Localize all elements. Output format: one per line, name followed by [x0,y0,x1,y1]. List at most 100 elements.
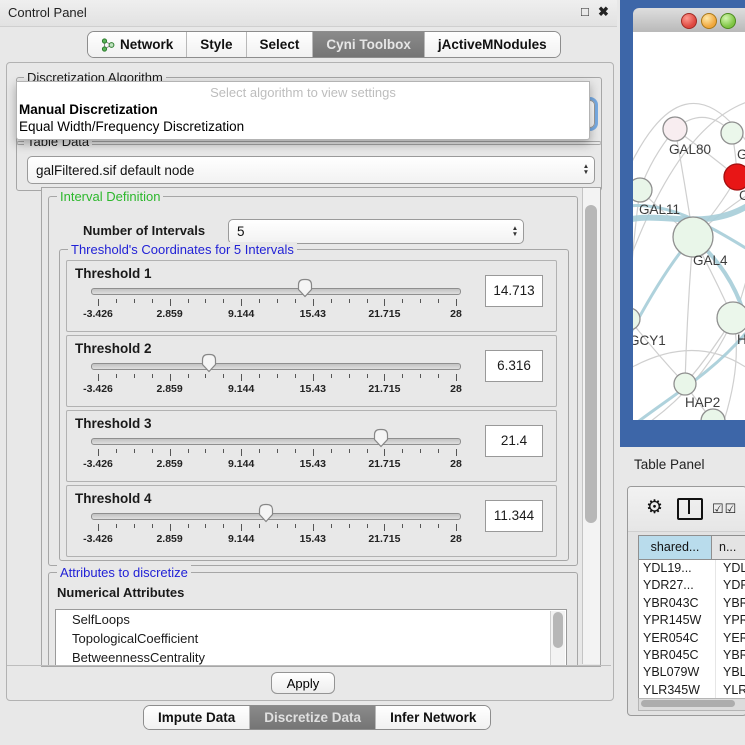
attributes-scrollbar-thumb[interactable] [553,612,563,648]
network-node-label[interactable]: C [739,188,745,203]
minor-tick [188,374,189,378]
network-canvas[interactable]: GAL80 GA GAL11 C GAL4 GCY1 H HAP2 [633,32,745,420]
threshold-slider-track[interactable] [91,513,461,520]
dropdown-option-manual-discretization[interactable]: Manual Discretization [19,102,158,117]
attributes-scrollbar[interactable] [550,611,565,667]
settings-scrollbar[interactable] [582,188,600,664]
close-traffic-light[interactable] [681,13,697,29]
checkbox-icons[interactable]: ☑☑ [712,501,737,517]
table-row[interactable]: YPR145WYPR1 [639,612,745,629]
tab-cyni-toolbox[interactable]: Cyni Toolbox [313,32,425,57]
table-hscrollbar-thumb[interactable] [641,700,735,707]
tick-label: 15.43 [291,308,335,320]
table-data-combobox[interactable]: galFiltered.sif default node ▲▼ [27,156,595,184]
tab-network[interactable]: Network [88,32,187,57]
threshold-slider-track[interactable] [91,288,461,295]
major-tick [241,299,242,306]
network-node-label[interactable]: GAL80 [669,142,711,157]
minor-tick [188,524,189,528]
threshold-slider-handle[interactable] [373,428,389,451]
column-header-name[interactable]: n... [712,536,745,559]
float-window-icon[interactable]: □ [581,4,589,19]
minor-tick [295,449,296,453]
minor-tick [134,374,135,378]
minor-tick [402,299,403,303]
tick-label: 21.715 [362,308,406,320]
cell-shared-name: YDL19... [639,560,716,577]
network-node-label[interactable]: GA [737,147,745,162]
threshold-panel-2: Threshold 2-3.4262.8599.14415.4321.71528… [66,335,557,407]
cell-name: YBR0 [716,595,745,612]
interval-definition-groupbox: Interval Definition Number of Intervals … [48,196,578,566]
network-node-label[interactable]: GCY1 [633,333,666,348]
tab-style[interactable]: Style [187,32,246,57]
network-edge[interactable] [685,237,693,384]
network-view-window: GAL80 GA GAL11 C GAL4 GCY1 H HAP2 [620,0,745,447]
network-node[interactable] [673,217,713,257]
major-tick [170,299,171,306]
minor-tick [223,524,224,528]
table-panel-titlebar: Table Panel [620,450,745,480]
threshold-slider-handle[interactable] [201,353,217,376]
threshold-slider-track[interactable] [91,363,461,370]
apply-button[interactable]: Apply [271,672,335,694]
table-row[interactable]: YBR045CYBR0 [639,647,745,664]
list-item-selfloops[interactable]: SelfLoops [56,610,566,629]
split-columns-icon[interactable] [677,498,703,520]
close-icon[interactable]: ✖ [598,4,609,20]
list-item-topologicalcoefficient[interactable]: TopologicalCoefficient [56,629,566,648]
network-node[interactable] [721,122,743,144]
table-row[interactable]: YDR27...YDR2 [639,577,745,594]
tick-label: 2.859 [148,383,192,395]
network-node-label[interactable]: H [737,332,745,347]
network-node[interactable] [633,178,652,202]
minor-tick [277,524,278,528]
major-tick [313,299,314,306]
table-row[interactable]: YDL19...YDL1 [639,560,745,577]
threshold-slider-handle[interactable] [297,278,313,301]
table-row[interactable]: YBR043CYBR0 [639,595,745,612]
gear-icon[interactable]: ⚙ [646,496,663,519]
threshold-value-field[interactable]: 14.713 [485,275,543,307]
stepper-icon[interactable]: ▲▼ [507,226,523,238]
network-node-label[interactable]: HAP2 [685,395,720,410]
major-tick [241,524,242,531]
tab-infer-network[interactable]: Infer Network [376,706,490,729]
table-hscrollbar[interactable] [638,698,745,711]
network-node[interactable] [717,302,745,334]
threshold-value-field[interactable]: 6.316 [485,350,543,382]
table-row[interactable]: YLR345WYLR3 [639,682,745,699]
threshold-slider-handle[interactable] [258,503,274,526]
zoom-traffic-light[interactable] [720,13,736,29]
threshold-value-field[interactable]: 21.4 [485,425,543,457]
tick-label: 2.859 [148,533,192,545]
tab-jactivemnodules[interactable]: jActiveMNodules [425,32,560,57]
network-node-label[interactable]: GAL4 [693,253,728,268]
tab-label: jActiveMNodules [438,37,547,52]
table-row[interactable]: YBL079WYBL0 [639,664,745,681]
tab-discretize-data[interactable]: Discretize Data [250,706,376,729]
minimize-traffic-light[interactable] [701,13,717,29]
dropdown-option-equal-width-frequency[interactable]: Equal Width/Frequency Discretization [19,119,244,134]
network-node[interactable] [663,117,687,141]
major-tick [456,374,457,381]
tab-select[interactable]: Select [247,32,314,57]
minor-tick [205,449,206,453]
tick-label: 9.144 [219,458,263,470]
threshold-value-field[interactable]: 11.344 [485,500,543,532]
network-node[interactable] [674,373,696,395]
settings-scrollbar-thumb[interactable] [585,205,597,523]
minor-tick [223,449,224,453]
network-node[interactable] [724,164,745,190]
control-panel-titlebar: Control Panel □ ✖ [0,0,617,27]
tick-label: -3.426 [76,533,120,545]
table-row[interactable]: YER054CYER0 [639,630,745,647]
stepper-icon[interactable]: ▲▼ [578,164,594,176]
tab-impute-data[interactable]: Impute Data [144,706,250,729]
threshold-slider-track[interactable] [91,438,461,445]
cell-name: YBL0 [716,664,745,681]
column-header-shared[interactable]: shared... [639,536,712,559]
network-node[interactable] [633,308,640,330]
number-of-intervals-combobox[interactable]: 5 ▲▼ [228,219,524,244]
network-node-label[interactable]: GAL11 [639,202,680,217]
